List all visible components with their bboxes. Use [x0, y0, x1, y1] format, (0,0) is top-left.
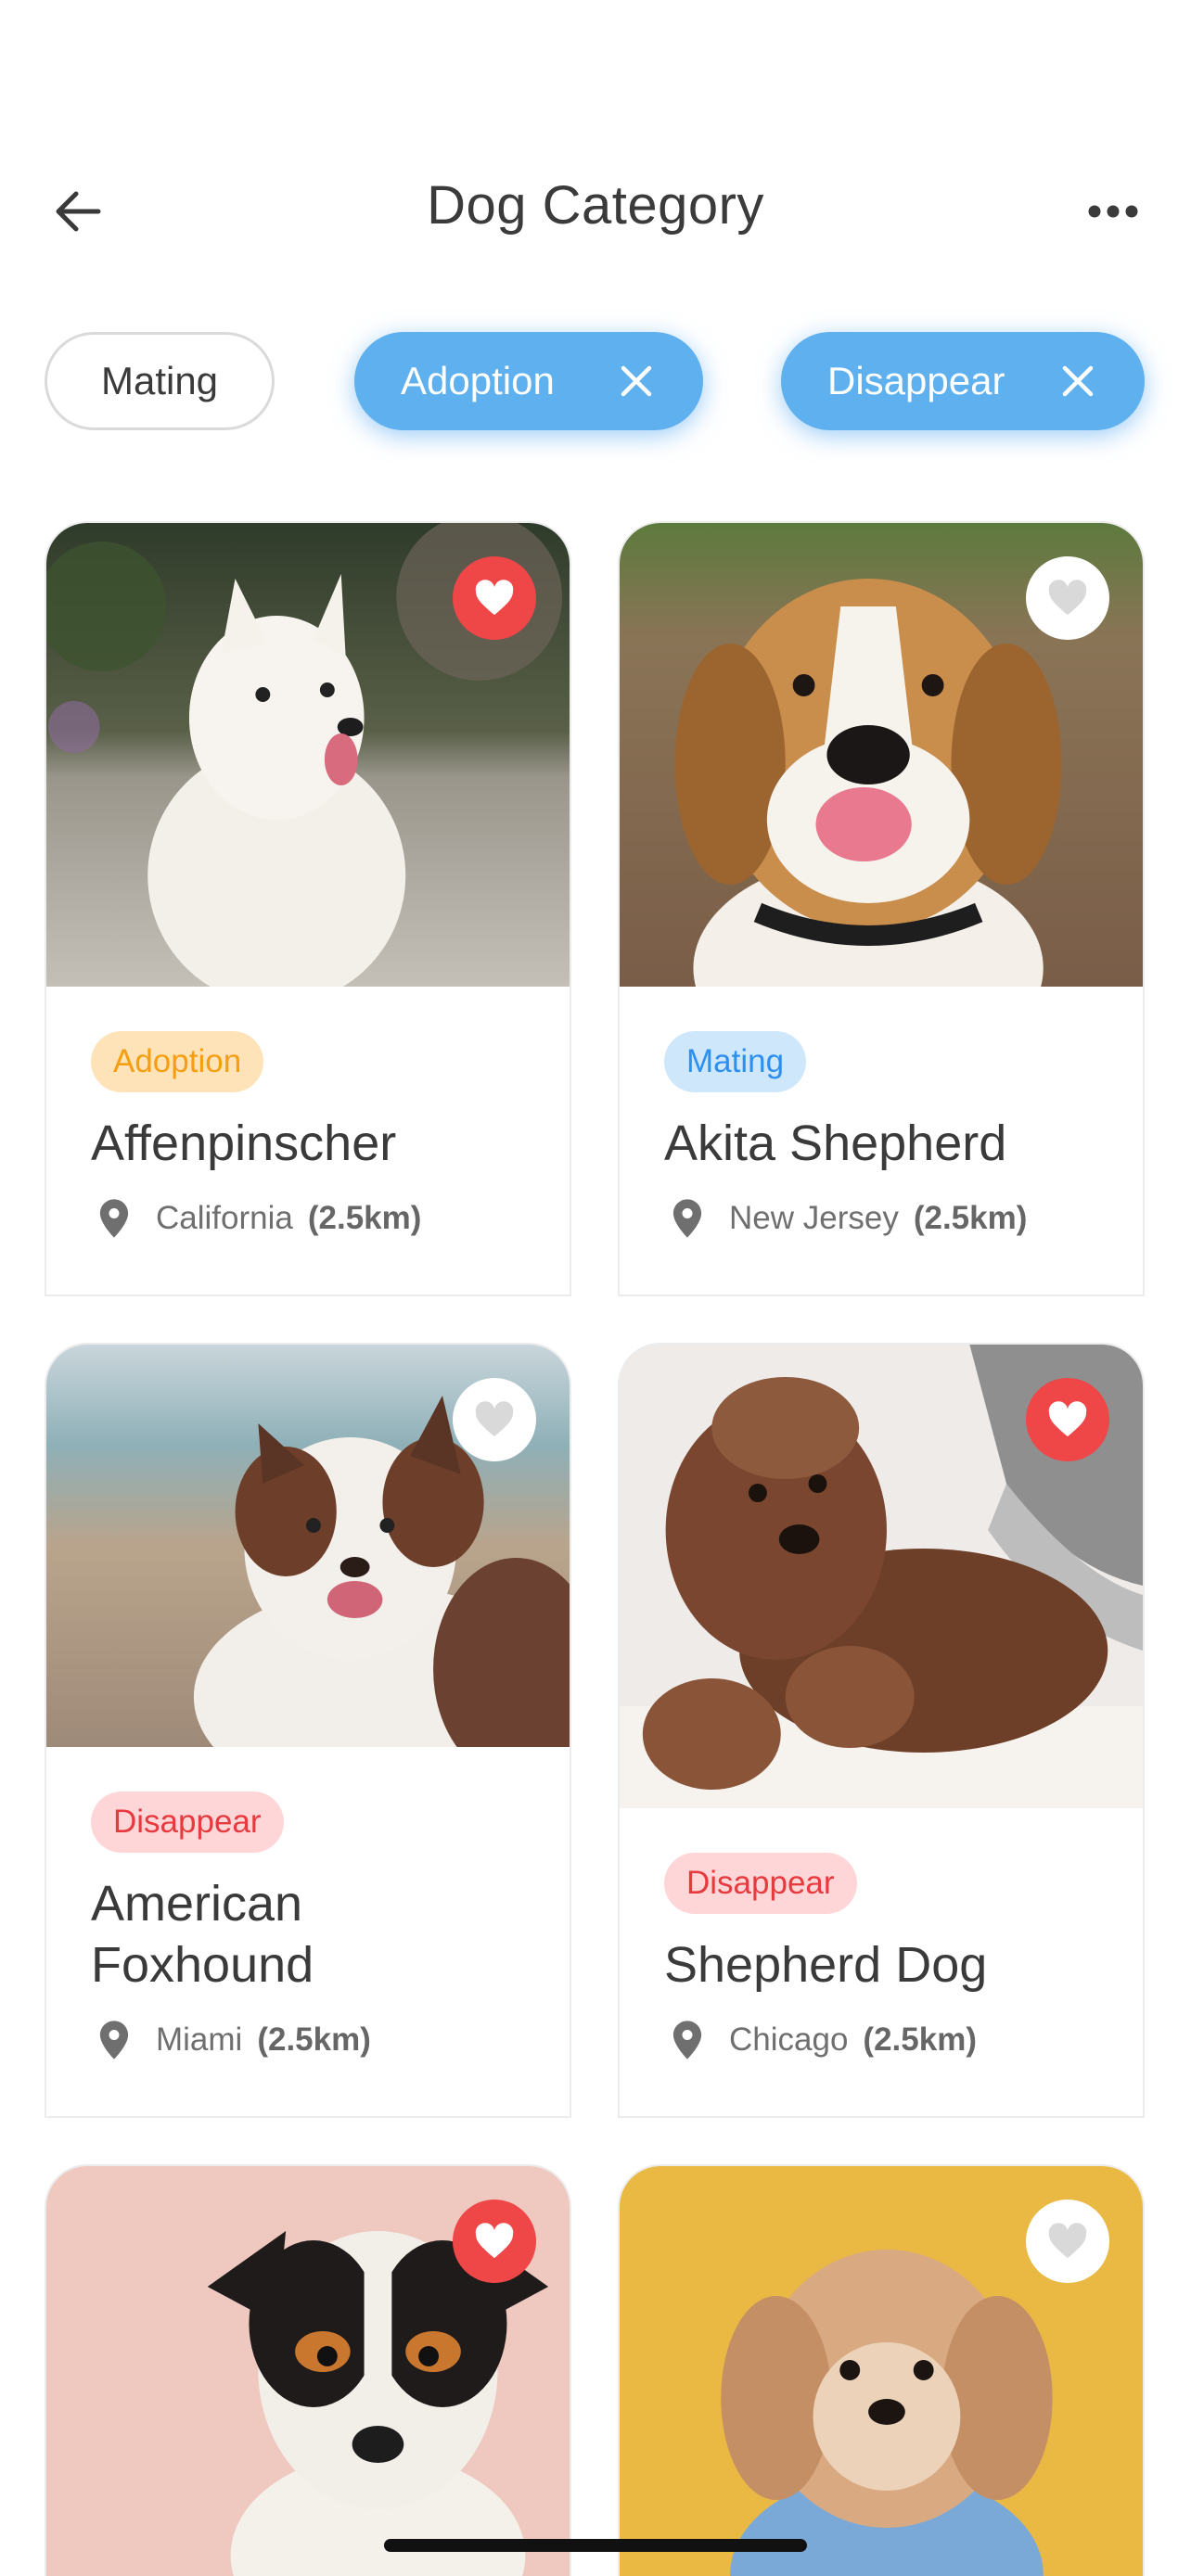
- beagle-dog-photo: [620, 523, 1143, 987]
- maltipoo-dog-photo: [620, 2166, 1143, 2576]
- filter-chip-label: Disappear: [827, 359, 1005, 402]
- filter-chip-mating[interactable]: Mating: [45, 332, 275, 430]
- favorite-button[interactable]: [1026, 2200, 1109, 2283]
- dog-category-screen: Dog Category Mating Adoption Disappear A…: [0, 0, 1191, 2576]
- page-title: Dog Category: [427, 175, 764, 236]
- dog-card[interactable]: Adoption Affenpinscher California (2.5km…: [45, 521, 571, 1296]
- distance-text: (2.5km): [913, 1200, 1028, 1236]
- heart-icon: [1048, 580, 1087, 616]
- location: Miami (2.5km): [91, 2020, 525, 2060]
- category-badge: Adoption: [91, 1031, 264, 1092]
- dog-name: American Foxhound: [91, 1876, 314, 1993]
- location-text: California: [156, 1200, 293, 1236]
- distance-text: (2.5km): [307, 1200, 422, 1236]
- distance-text: (2.5km): [257, 2021, 371, 2058]
- location: California (2.5km): [91, 1198, 525, 1239]
- dog-card[interactable]: Disappear American Foxhound Miami (2.5km…: [45, 1343, 571, 2118]
- australian-shepherd-dog-photo: [46, 1345, 570, 1747]
- distance-text: (2.5km): [863, 2021, 977, 2058]
- more-options-button[interactable]: [1076, 178, 1150, 245]
- location-pin-icon: [99, 1199, 129, 1238]
- home-indicator[interactable]: [384, 2539, 807, 2552]
- location-pin-icon: [99, 2021, 129, 2060]
- dog-card[interactable]: [618, 2164, 1145, 2576]
- favorite-button[interactable]: [1026, 556, 1109, 640]
- jack-russell-dog-photo: [46, 2166, 570, 2576]
- location-pin-icon: [672, 1199, 702, 1238]
- header: Dog Category: [0, 158, 1191, 260]
- dog-card[interactable]: [45, 2164, 571, 2576]
- filter-chip-disappear[interactable]: Disappear: [781, 332, 1145, 430]
- more-horizontal-icon: [1088, 205, 1138, 218]
- dog-name: Shepherd Dog: [664, 1937, 988, 1993]
- heart-icon: [475, 1401, 514, 1437]
- category-badge: Mating: [664, 1031, 807, 1092]
- filter-chip-adoption[interactable]: Adoption: [354, 332, 703, 430]
- favorite-button[interactable]: [1026, 1378, 1109, 1461]
- card-info: Adoption Affenpinscher California (2.5km…: [46, 987, 570, 1239]
- location-text: New Jersey: [729, 1200, 899, 1236]
- dog-name: Affenpinscher: [91, 1116, 397, 1171]
- dog-card[interactable]: Mating Akita Shepherd New Jersey (2.5km): [618, 521, 1145, 1296]
- heart-icon: [1048, 1401, 1087, 1437]
- category-badge: Disappear: [664, 1853, 857, 1914]
- dog-name: Akita Shepherd: [664, 1116, 1007, 1171]
- location: Chicago (2.5km): [664, 2020, 1098, 2060]
- brown-doodle-dog-photo: [620, 1345, 1143, 1808]
- favorite-button[interactable]: [453, 1378, 536, 1461]
- heart-icon: [1048, 2223, 1087, 2259]
- favorite-button[interactable]: [453, 556, 536, 640]
- filter-chip-label: Adoption: [401, 359, 555, 402]
- filter-chip-label: Mating: [100, 359, 219, 402]
- location-pin-icon: [672, 2021, 702, 2060]
- card-info: Mating Akita Shepherd New Jersey (2.5km): [620, 987, 1143, 1239]
- card-info: Disappear Shepherd Dog Chicago (2.5km): [620, 1808, 1143, 2060]
- close-icon[interactable]: [1059, 363, 1096, 400]
- location-text: Miami: [156, 2021, 243, 2058]
- heart-icon: [475, 580, 514, 616]
- favorite-button[interactable]: [453, 2200, 536, 2283]
- heart-icon: [475, 2223, 514, 2259]
- category-badge: Disappear: [91, 1792, 284, 1853]
- filter-chips: Mating Adoption Disappear: [0, 332, 1191, 430]
- close-icon[interactable]: [618, 363, 655, 400]
- dog-card[interactable]: Disappear Shepherd Dog Chicago (2.5km): [618, 1343, 1145, 2118]
- location-text: Chicago: [729, 2021, 849, 2058]
- white-samoyed-dog-photo: [46, 523, 570, 987]
- card-info: Disappear American Foxhound Miami (2.5km…: [46, 1747, 570, 2060]
- location: New Jersey (2.5km): [664, 1198, 1098, 1239]
